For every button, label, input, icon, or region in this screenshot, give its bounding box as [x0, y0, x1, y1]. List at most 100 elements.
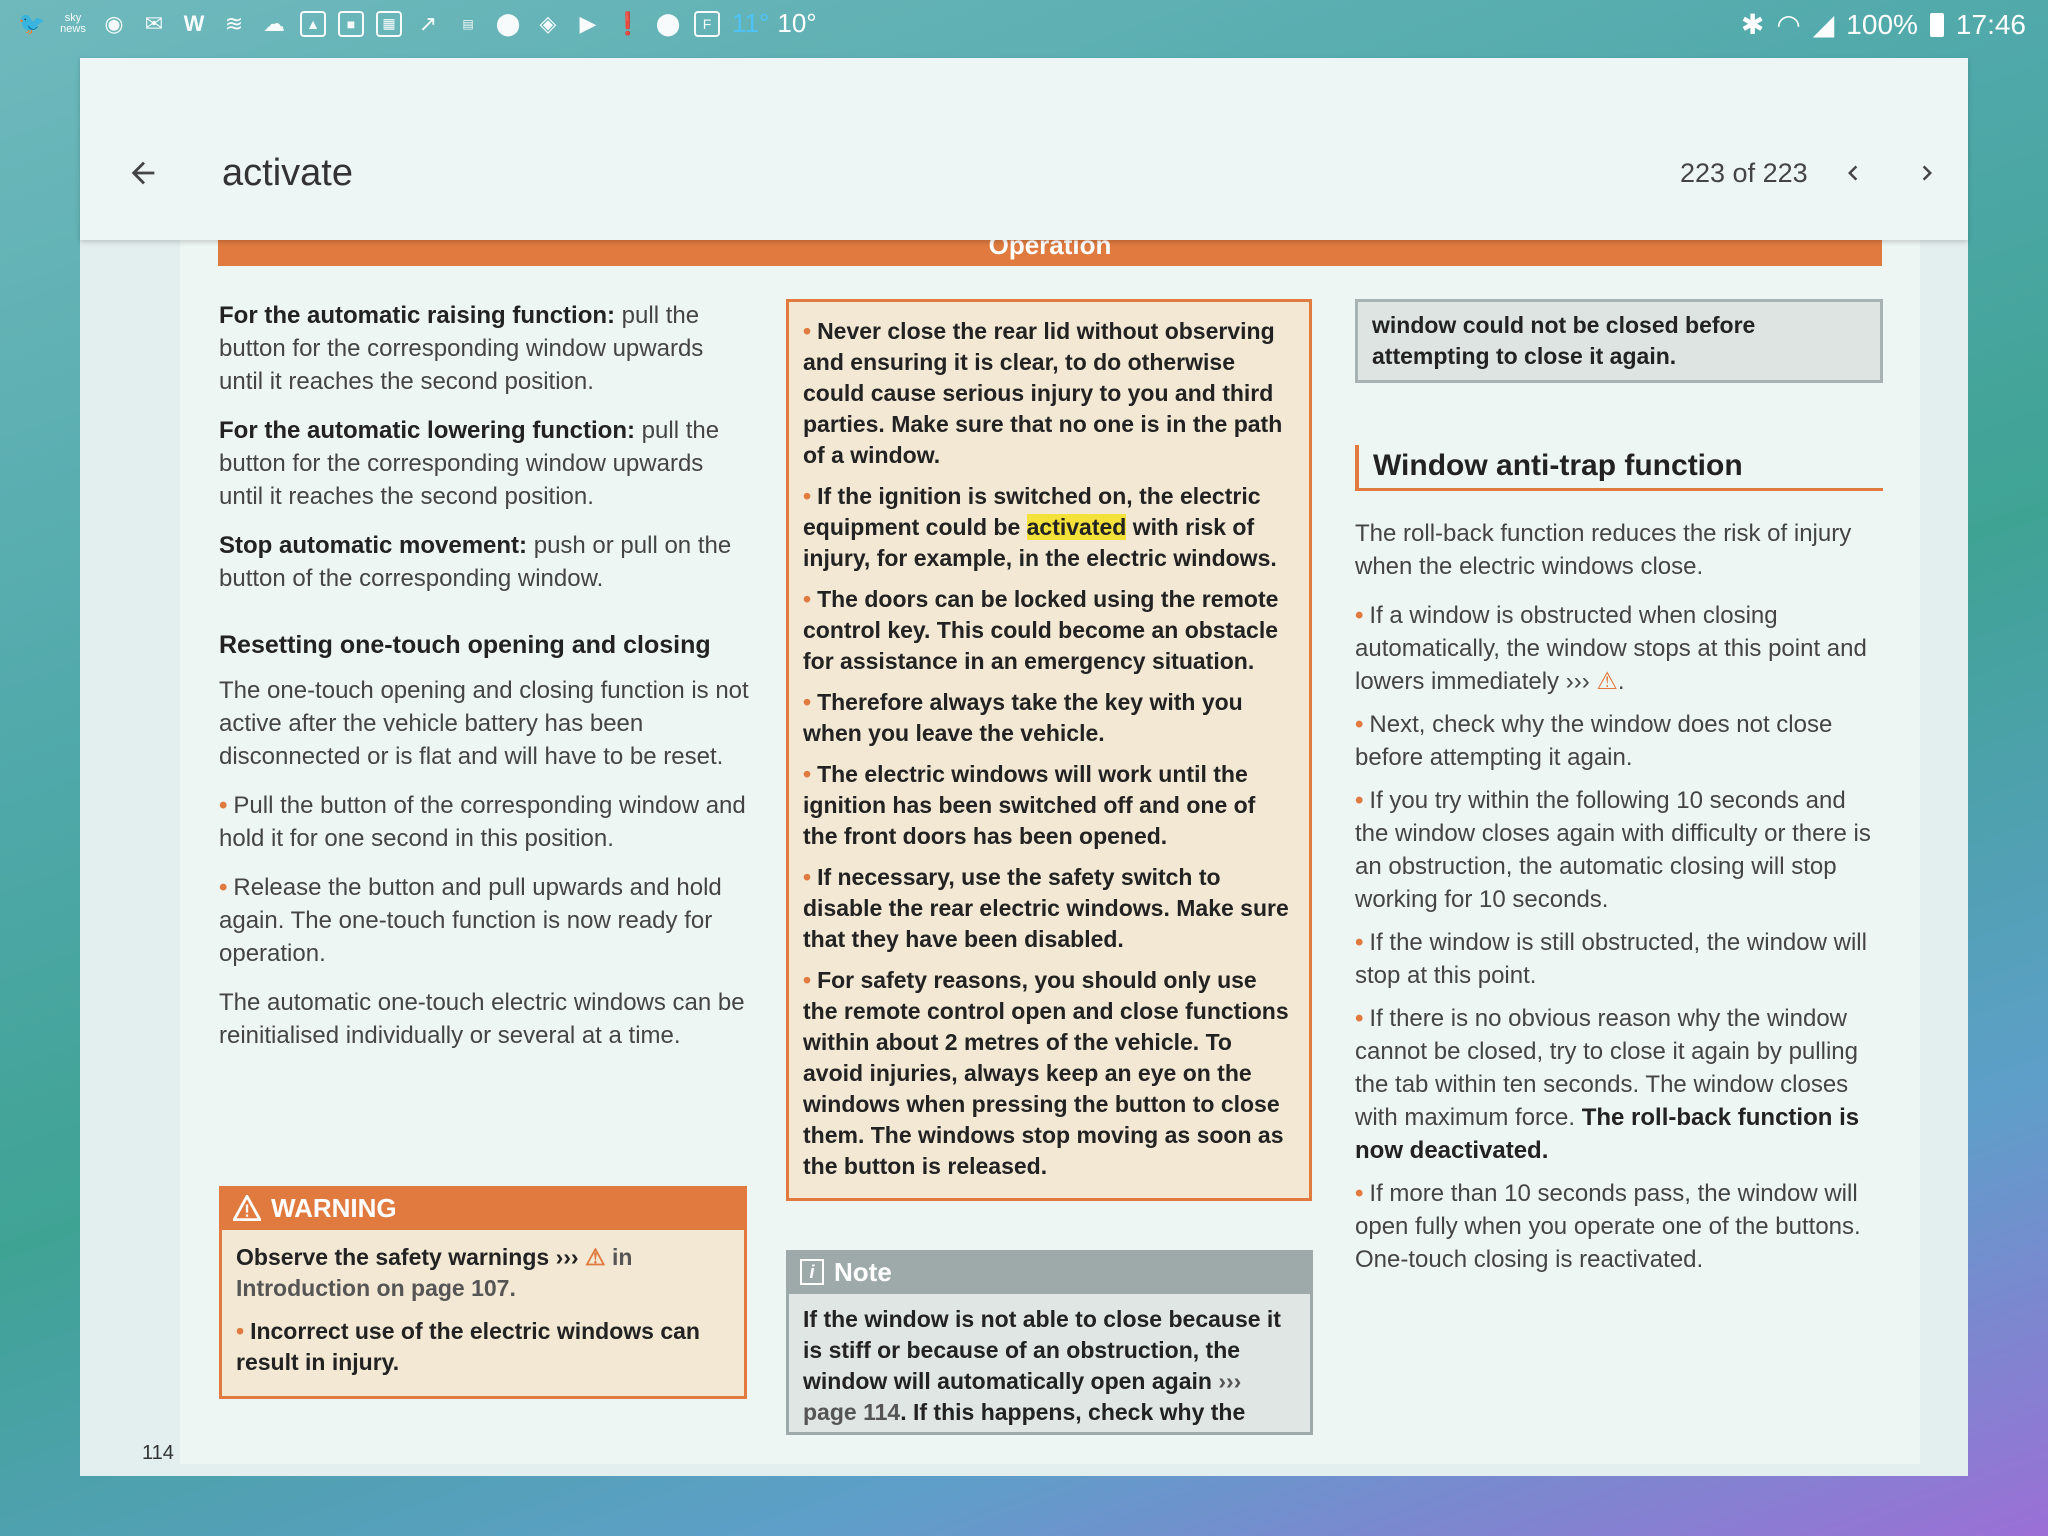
- temperature-high: 11°: [732, 8, 770, 38]
- sky-news-icon: sky news: [60, 11, 86, 35]
- signal-icon: ◢: [1812, 9, 1835, 40]
- text: If the window is not able to close becau…: [803, 1306, 1281, 1394]
- paragraph: Observe the safety warnings ››› ⚠ in Int…: [236, 1242, 730, 1304]
- term: For the automatic raising function:: [219, 302, 616, 329]
- list-item: • The electric windows will work until th…: [803, 759, 1295, 852]
- section-title: Window anti-trap function: [1355, 445, 1883, 491]
- battery-percent: 100%: [1846, 8, 1918, 40]
- calendar-icon: ▦: [376, 10, 402, 37]
- location-icon-2: ⬤: [655, 10, 681, 36]
- text: The electric windows will work until the…: [803, 761, 1256, 849]
- note-title: Note: [834, 1256, 892, 1287]
- note-header: i Note: [786, 1250, 1313, 1294]
- text: Pull the button of the corresponding win…: [219, 792, 746, 852]
- status-bar: 🐦 sky news ◉ ✉ W ≋ ☁ ▲ ■ ▦ ↗ ▤ ⬤ ◈ ▶ ❗ ⬤…: [0, 0, 2048, 48]
- text: Incorrect use of the electric windows ca…: [236, 1318, 700, 1375]
- column-right: window could not be closed before attemp…: [1355, 299, 1883, 1286]
- bullet-icon: •: [803, 761, 812, 787]
- paragraph: For the automatic raising function: pull…: [219, 299, 749, 398]
- youtube-icon: ▶: [579, 10, 597, 36]
- warning-icon: ⚠: [1596, 668, 1618, 695]
- battery-icon: [1929, 12, 1944, 37]
- text: .: [1617, 668, 1625, 695]
- w-icon: W: [183, 10, 205, 36]
- bullet-icon: •: [236, 1318, 245, 1344]
- search-query[interactable]: activate: [222, 152, 353, 195]
- list-item: • Pull the button of the corresponding wi…: [219, 789, 749, 855]
- bullet-icon: •: [219, 874, 228, 901]
- news-icon: ▤: [462, 16, 474, 31]
- system-status: ✱ ◠ ◢ 100% 17:46: [1741, 8, 2026, 41]
- list-item: • If necessary, use the safety switch to …: [803, 862, 1295, 955]
- paragraph: The automatic one-touch electric windows…: [219, 989, 745, 1049]
- chevron-right-icon: [1922, 165, 1932, 181]
- search-toolbar: activate 223 of 223: [80, 58, 1968, 240]
- message-icon: ❗: [614, 10, 642, 36]
- previous-match-button[interactable]: [1828, 148, 1878, 198]
- wifi-icon: ◠: [1776, 9, 1801, 40]
- paragraph: If the window is not able to close becau…: [803, 1304, 1296, 1428]
- image-icon: ▲: [300, 10, 326, 37]
- text: . If this happens, check why the: [900, 1399, 1246, 1425]
- layers-icon: ≋: [224, 10, 244, 36]
- match-counter: 223 of 223: [1680, 158, 1808, 188]
- warning-continued-box: • Never close the rear lid without observ…: [786, 299, 1312, 1201]
- bullet-icon: •: [803, 689, 812, 715]
- bullet-icon: •: [803, 586, 812, 612]
- gmail-icon: ✉: [144, 10, 164, 36]
- text: For safety reasons, you should only use …: [803, 967, 1289, 1179]
- location-icon: ⬤: [495, 10, 521, 36]
- twitter-icon: 🐦: [18, 10, 46, 36]
- bullet-icon: •: [803, 864, 812, 890]
- list-item: • Next, check why the window does not clo…: [1355, 708, 1883, 774]
- term: For the automatic lowering function:: [219, 417, 635, 444]
- subheading: Resetting one-touch opening and closing: [219, 631, 711, 659]
- term: Stop automatic movement:: [219, 532, 528, 559]
- search-highlight: activated: [1026, 514, 1127, 540]
- paragraph: For the automatic lowering function: pul…: [219, 414, 749, 513]
- globe-icon: ◉: [104, 10, 124, 36]
- notification-icons: 🐦 sky news ◉ ✉ W ≋ ☁ ▲ ■ ▦ ↗ ▤ ⬤ ◈ ▶ ❗ ⬤…: [18, 8, 817, 39]
- bullet-icon: •: [1355, 929, 1364, 956]
- bullet-icon: •: [1355, 711, 1364, 738]
- paragraph: The roll-back function reduces the risk …: [1355, 520, 1852, 580]
- warning-icon: [233, 1195, 261, 1221]
- bullet-icon: •: [803, 967, 812, 993]
- clock: 17:46: [1955, 8, 2026, 40]
- bullet-icon: •: [803, 483, 812, 509]
- sim-icon: F: [694, 10, 720, 37]
- temperature-low: 10°: [777, 8, 817, 38]
- list-item: • If more than 10 seconds pass, the windo…: [1355, 1177, 1883, 1276]
- text: The doors can be locked using the remote…: [803, 586, 1279, 674]
- back-button[interactable]: [118, 148, 168, 198]
- note-box: i Note If the window is not able to clos…: [786, 1250, 1313, 1435]
- text: If the window is still obstructed, the w…: [1355, 929, 1867, 989]
- list-item: • If there is no obvious reason why the w…: [1355, 1002, 1883, 1167]
- list-item: • The doors can be locked using the remot…: [803, 584, 1295, 677]
- bullet-icon: •: [1355, 602, 1364, 629]
- warning-header: WARNING: [219, 1186, 747, 1230]
- warning-box: WARNING Observe the safety warnings ››› …: [219, 1186, 747, 1399]
- list-item: • If the window is still obstructed, the …: [1355, 926, 1883, 992]
- list-item: • For safety reasons, you should only use…: [803, 965, 1295, 1182]
- warning-body: Observe the safety warnings ››› ⚠ in Int…: [219, 1230, 747, 1399]
- info-icon: i: [800, 1259, 824, 1285]
- list-item: • Never close the rear lid without observ…: [803, 316, 1295, 471]
- column-left: For the automatic raising function: pull…: [219, 299, 749, 1068]
- next-match-button[interactable]: [1902, 148, 1952, 198]
- list-item: • Therefore always take the key with you …: [803, 687, 1295, 749]
- page-number: 114: [142, 1442, 174, 1464]
- text: If you try within the following 10 secon…: [1355, 787, 1871, 913]
- list-item: • Incorrect use of the electric windows c…: [236, 1316, 730, 1378]
- bullet-icon: •: [1355, 1180, 1364, 1207]
- text: window could not be closed before attemp…: [1372, 312, 1756, 369]
- bullet-icon: •: [219, 792, 228, 819]
- section-header-bar: Operation: [218, 240, 1882, 266]
- section-header-text: Operation: [988, 240, 1112, 260]
- column-middle: • Never close the rear lid without observ…: [786, 299, 1312, 1201]
- paragraph: Stop automatic movement: push or pull on…: [219, 529, 749, 595]
- cloud-icon: ☁: [263, 10, 285, 36]
- list-item: • If a window is obstructed when closing …: [1355, 599, 1883, 698]
- text: Therefore always take the key with you w…: [803, 689, 1243, 746]
- bullet-icon: •: [1355, 787, 1364, 814]
